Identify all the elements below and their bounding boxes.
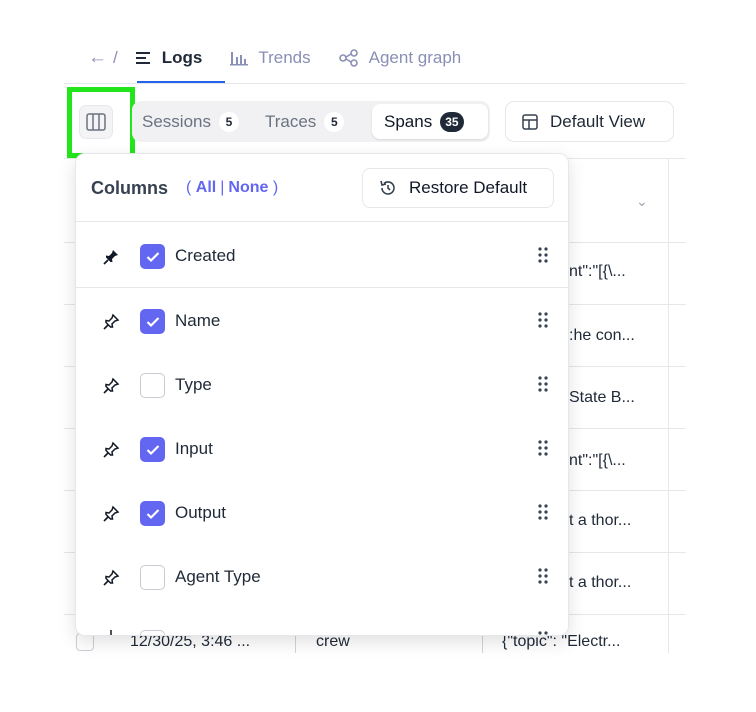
table-cell: nt":"[{\... [569,263,626,280]
drag-handle-icon[interactable] [538,375,548,393]
breadcrumb-separator: / [113,48,118,67]
segment-sessions-label: Sessions [142,111,211,131]
pin-outline-icon[interactable] [102,313,120,331]
segment-traces-label: Traces [264,111,317,131]
select-links: ( All | None ) [186,179,278,197]
open-paren: ( [186,179,192,196]
drag-handle-icon[interactable] [538,439,548,457]
tab-logs[interactable]: Logs [135,40,203,76]
highlight-box [67,87,135,158]
column-checkbox[interactable] [140,437,165,462]
restore-default-button[interactable]: Restore Default [362,168,554,208]
table-cell: t a thor... [569,574,632,591]
pin-outline-icon[interactable] [102,441,120,459]
chevron-down-icon[interactable]: ⌄ [636,193,648,210]
select-all-link[interactable]: All [196,179,216,196]
popover-title: Columns [91,178,169,198]
column-label: Input [175,439,213,458]
tab-trends[interactable]: Trends [230,40,311,76]
drag-handle-icon[interactable] [538,567,548,585]
column-item-input[interactable]: Input [76,417,568,481]
table-cell: t a thor... [569,512,632,529]
drag-handle-icon[interactable] [538,503,548,521]
column-item-name[interactable]: Name [76,289,568,353]
checkmark-icon [146,316,159,327]
segment-sessions[interactable]: Sessions 5 [142,111,239,132]
pin-outline-icon[interactable] [102,569,120,587]
column-checkbox[interactable] [140,501,165,526]
bar-chart-icon [230,52,249,66]
column-checkbox[interactable] [140,244,165,269]
select-none-link[interactable]: None [228,179,268,196]
view-level-segmented-control: Sessions 5 Traces 5 Spans 35 [132,101,490,142]
column-label: Output [175,503,227,522]
column-checkbox[interactable] [140,565,165,590]
link-divider: | [220,179,225,196]
pin-outline-icon [110,630,112,635]
column-item-created[interactable]: Created [76,224,568,288]
columns-popover: Columns ( All | None ) Restore Default Cre… [75,153,569,636]
tab-logs-label: Logs [161,48,203,67]
column-checkbox [140,630,165,635]
pin-outline-icon[interactable] [102,505,120,523]
popover-header: Columns ( All | None ) Restore Default [76,154,568,222]
column-divider [295,633,296,653]
column-item-type[interactable]: Type [76,353,568,417]
tab-trends-label: Trends [258,48,311,67]
segment-spans-label: Spans [384,111,433,131]
column-checkbox[interactable] [140,373,165,398]
column-checkbox[interactable] [140,309,165,334]
table-cell: nt":"[{\... [569,452,626,469]
column-item-partial [76,622,568,635]
close-paren: ) [272,179,279,196]
restore-default-label: Restore Default [409,178,528,197]
column-label: Created [175,246,236,265]
default-view-button[interactable]: Default View [505,101,674,142]
graph-nodes-icon [338,49,358,67]
tab-agent-graph[interactable]: Agent graph [338,40,462,76]
table-cell: State B... [569,389,635,406]
drag-handle-icon[interactable] [538,246,548,264]
restore-history-icon [380,180,395,195]
drag-handle-icon[interactable] [538,311,548,329]
count-badge: 5 [324,111,345,132]
pin-outline-icon[interactable] [102,377,120,395]
pin-filled-icon[interactable] [102,248,120,266]
column-divider [482,633,483,653]
count-badge: 5 [218,111,239,132]
back-arrow-icon[interactable]: ← [88,47,107,69]
default-view-label: Default View [550,111,646,131]
column-label: Type [175,375,212,394]
top-nav: ← / Logs Trends Agent graph [88,40,489,76]
segment-spans[interactable]: Spans 35 [372,104,488,139]
checkmark-icon [146,444,159,455]
checkmark-icon [146,508,159,519]
column-item-agent-type[interactable]: Agent Type [76,545,568,609]
segment-traces[interactable]: Traces 5 [264,111,345,132]
count-badge: 35 [440,111,464,132]
column-item-output[interactable]: Output [76,481,568,545]
column-label: Name [175,311,221,330]
checkmark-icon [146,251,159,262]
list-lines-icon [135,52,150,64]
column-label: Agent Type [175,567,261,586]
drag-handle-icon [538,631,548,635]
table-cell: :he con... [569,327,635,344]
tab-agent-graph-label: Agent graph [368,48,462,67]
layout-grid-icon [522,113,538,130]
column-divider [668,159,669,653]
nav-divider [64,83,686,84]
